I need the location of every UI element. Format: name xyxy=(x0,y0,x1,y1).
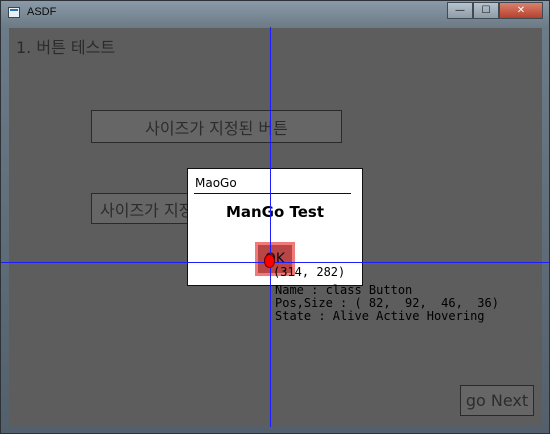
app-window: ASDF — ☐ ✕ 1. 버튼 테스트 사이즈가 지정된 버튼 사이즈가 지정… xyxy=(0,0,550,434)
maximize-button[interactable]: ☐ xyxy=(473,2,499,19)
title-bar[interactable]: ASDF — ☐ ✕ xyxy=(1,1,549,27)
minimize-button[interactable]: — xyxy=(447,2,473,19)
debug-state-line: State : Alive Active Hovering xyxy=(275,309,485,323)
crosshair-horizontal-line xyxy=(1,262,550,263)
scene-heading: 1. 버튼 테스트 xyxy=(16,38,116,57)
debug-info: Name : class Button Pos,Size : ( 82, 92, … xyxy=(275,284,499,323)
close-button[interactable]: ✕ xyxy=(499,2,543,19)
crosshair-vertical-line xyxy=(270,27,271,427)
popup-divider xyxy=(194,193,351,194)
popup-title: ManGo Test xyxy=(225,203,325,221)
app-icon xyxy=(8,7,20,18)
go-next-button[interactable]: go Next xyxy=(460,385,534,416)
window-controls: — ☐ ✕ xyxy=(447,2,543,20)
game-canvas[interactable]: 1. 버튼 테스트 사이즈가 지정된 버튼 사이즈가 지정된 버튼 go Nex… xyxy=(9,28,542,426)
sized-button[interactable]: 사이즈가 지정된 버튼 xyxy=(91,110,342,143)
popup-caption: MaoGo xyxy=(195,176,237,190)
window-title: ASDF xyxy=(27,6,57,18)
cursor-coordinates: (314, 282) xyxy=(273,265,346,279)
